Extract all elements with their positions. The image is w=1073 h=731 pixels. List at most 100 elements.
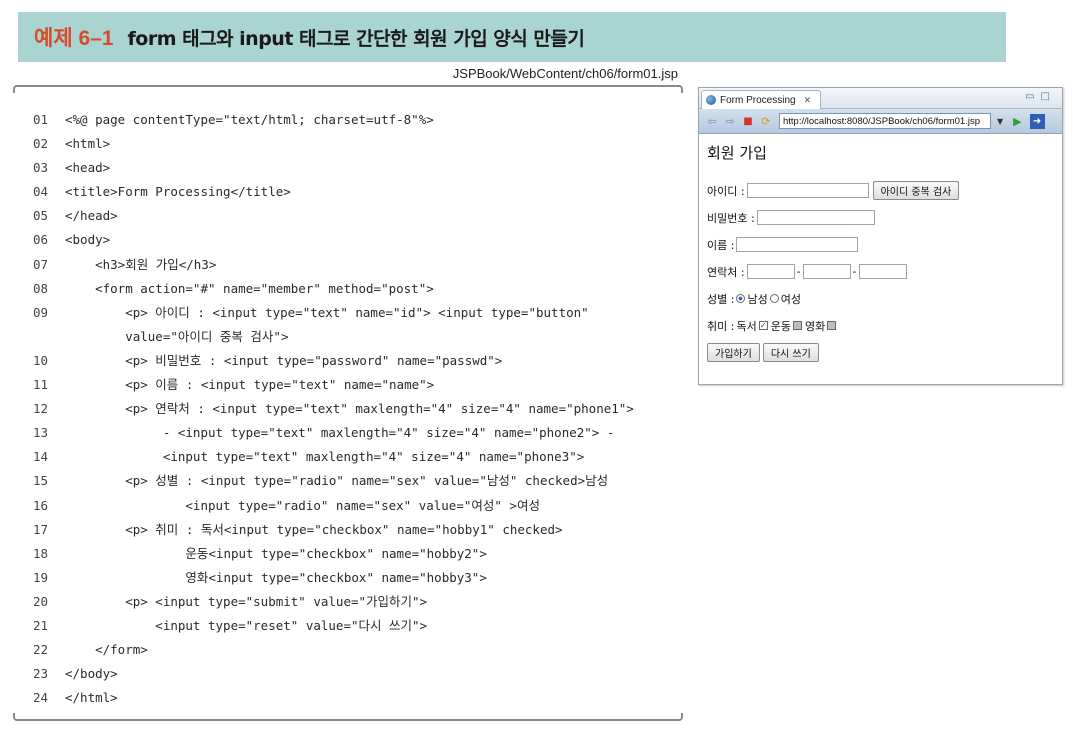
tab-bar: Form Processing ✕ ▭□ (699, 88, 1062, 109)
code-line: 05 </head> (33, 204, 634, 228)
code-line: 09 <p> 아이디 : <input type="text" name="id… (33, 301, 634, 325)
minimize-icon[interactable]: ▭ (1025, 91, 1040, 102)
code-text: <p> 연락처 : <input type="text" maxlength="… (65, 401, 634, 417)
hobby-reading-label: 독서 (736, 319, 757, 333)
code-text: <title>Form Processing</title> (65, 184, 291, 200)
go-icon[interactable]: ▶ (1013, 115, 1021, 128)
close-icon[interactable]: ✕ (804, 95, 812, 106)
phone-label: 연락처 : (707, 265, 745, 279)
tab-form-processing[interactable]: Form Processing ✕ (701, 90, 821, 109)
code-text: value="아이디 중복 검사"> (65, 328, 289, 344)
tab-title: Form Processing (720, 94, 796, 106)
id-input[interactable] (746, 183, 869, 198)
code-line: 01 <%@ page contentType="text/html; chars… (33, 108, 634, 132)
name-label: 이름 : (707, 238, 735, 252)
navigate-icon[interactable]: ➜ (1029, 113, 1045, 129)
line-number: 14 (33, 449, 49, 465)
window-controls: ▭□ (1025, 91, 1056, 102)
code-text: <html> (65, 136, 111, 152)
back-arrow-icon[interactable]: ⇦ (705, 115, 719, 128)
line-number: 23 (33, 666, 49, 682)
phone2-input[interactable] (802, 264, 851, 279)
password-input[interactable] (756, 210, 875, 225)
checkbox-reading[interactable] (758, 321, 768, 330)
line-number: 04 (33, 184, 49, 200)
code-text: <p> 성별 : <input type="radio" name="sex" … (65, 473, 609, 489)
code-text: <p> <input type="submit" value="가입하기"> (65, 593, 428, 609)
url-field[interactable]: http://localhost:8080/JSPBook/ch06/form0… (779, 113, 991, 129)
line-number: 17 (33, 521, 49, 537)
code-line: 11 <p> 이름 : <input type="text" name="nam… (33, 373, 634, 397)
submit-button[interactable]: 가입하기 (707, 343, 760, 362)
code-text: <input type="reset" value="다시 쓰기"> (65, 617, 428, 633)
maximize-icon[interactable]: □ (1041, 91, 1056, 102)
gender-male-label: 남성 (747, 292, 768, 306)
code-lines: 01 <%@ page contentType="text/html; chars… (33, 108, 634, 710)
code-text: </body> (65, 666, 118, 682)
code-line: 19 영화<input type="checkbox" name="hobby3… (33, 566, 634, 590)
name-input[interactable] (736, 237, 859, 252)
file-path: JSPBook/WebContent/ch06/form01.jsp (452, 66, 678, 81)
code-text: <p> 이름 : <input type="text" name="name"> (65, 377, 435, 393)
line-number (33, 325, 65, 349)
code-text: - <input type="text" maxlength="4" size=… (65, 425, 615, 441)
code-line: 24 </html> (33, 686, 634, 710)
code-line: 07 <h3>회원 가입</h3> (33, 253, 634, 277)
phone-row: 연락처 : - - (707, 258, 1054, 285)
code-text: <head> (65, 160, 111, 176)
radio-female[interactable] (769, 294, 779, 303)
code-text: </head> (65, 208, 118, 224)
code-line: 04 <title>Form Processing</title> (33, 180, 634, 204)
example-title: form 태그와 input 태그로 간단한 회원 가입 양식 만들기 (127, 27, 585, 50)
refresh-icon[interactable]: ⟳ (759, 115, 773, 128)
code-line: value="아이디 중복 검사"> (33, 325, 634, 349)
phone3-input[interactable] (858, 264, 907, 279)
password-label: 비밀번호 : (707, 211, 755, 225)
phone1-input[interactable] (746, 264, 795, 279)
code-text: <%@ page contentType="text/html; charset… (65, 112, 434, 127)
code-line: 10 <p> 비밀번호 : <input type="password" nam… (33, 349, 634, 373)
hobby-row: 취미 : 독서 운동 영화 (707, 312, 1054, 339)
phone-separator: - (852, 265, 857, 278)
code-line: 18 운동<input type="checkbox" name="hobby2… (33, 542, 634, 566)
password-row: 비밀번호 : (707, 204, 1054, 231)
id-label: 아이디 : (707, 184, 745, 198)
line-number: 24 (33, 690, 49, 706)
line-number: 13 (33, 425, 49, 441)
browser-toolbar: ⇦ ⇨ ■ ⟳ http://localhost:8080/JSPBook/ch… (699, 109, 1062, 134)
url-dropdown-icon[interactable]: ▼ (997, 117, 1003, 126)
browser-window: Form Processing ✕ ▭□ ⇦ ⇨ ■ ⟳ http://loca… (698, 87, 1063, 385)
name-row: 이름 : (707, 231, 1054, 258)
stop-icon[interactable]: ■ (741, 116, 755, 127)
radio-male[interactable] (736, 294, 746, 303)
forward-arrow-icon[interactable]: ⇨ (723, 115, 737, 128)
example-number: 예제 6–1 (34, 27, 114, 50)
submit-row: 가입하기 다시 쓰기 (707, 339, 1054, 366)
checkbox-exercise[interactable] (792, 321, 802, 330)
code-line: 21 <input type="reset" value="다시 쓰기"> (33, 614, 634, 638)
checkbox-movie[interactable] (827, 321, 837, 330)
line-number: 07 (33, 256, 49, 272)
code-line: 20 <p> <input type="submit" value="가입하기"… (33, 590, 634, 614)
line-number: 06 (33, 232, 49, 248)
code-line: 23 </body> (33, 662, 634, 686)
line-number: 18 (33, 545, 49, 561)
line-number: 09 (33, 304, 49, 320)
code-text: <h3>회원 가입</h3> (65, 256, 217, 272)
code-text: <form action="#" name="member" method="p… (65, 280, 434, 296)
gender-female-label: 여성 (780, 292, 801, 306)
line-number: 05 (33, 208, 49, 224)
code-line: 15 <p> 성별 : <input type="radio" name="se… (33, 469, 634, 493)
code-line: 02 <html> (33, 132, 634, 156)
id-check-button[interactable]: 아이디 중복 검사 (872, 181, 960, 200)
line-number: 01 (33, 112, 49, 127)
reset-button[interactable]: 다시 쓰기 (762, 343, 819, 362)
line-number: 20 (33, 593, 49, 609)
hobby-movie-label: 영화 (804, 319, 826, 333)
code-text: <p> 아이디 : <input type="text" name="id"> … (65, 304, 589, 320)
line-number: 19 (33, 569, 49, 585)
code-line: 22 </form> (33, 638, 634, 662)
code-line: 06 <body> (33, 228, 634, 252)
code-text: <input type="text" maxlength="4" size="4… (65, 449, 585, 465)
code-listing: 01 <%@ page contentType="text/html; chars… (13, 85, 683, 721)
